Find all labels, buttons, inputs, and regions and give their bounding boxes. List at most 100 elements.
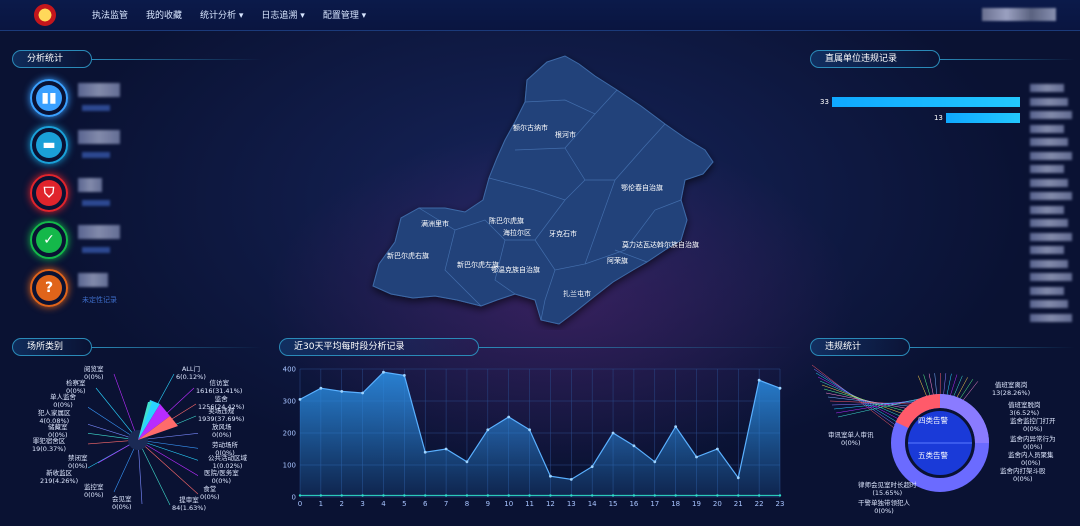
hourly-point-2 <box>611 494 615 497</box>
hourly-area-fill <box>300 372 780 497</box>
analysis-stat-label: 未定性记录 <box>82 296 117 304</box>
unit-name-blurred <box>1030 151 1072 160</box>
document-icon: ▬ <box>36 132 62 158</box>
nav-item-enforcement[interactable]: 执法监管 <box>92 8 128 21</box>
violation-label-item: 监舍内异常行为 0(0%) <box>1010 435 1056 451</box>
hourly-point-2 <box>403 494 406 497</box>
hourly-xtick-label: 18 <box>671 500 680 508</box>
map-label-region[interactable]: 陈巴尔虎旗 <box>489 216 524 226</box>
unit-name-blurred <box>1030 178 1068 187</box>
violation-leader-line <box>825 392 907 409</box>
map-label-region[interactable]: 阿荣旗 <box>607 256 628 266</box>
violation-leader-line <box>946 373 952 396</box>
unit-name-blurred <box>1030 300 1068 308</box>
hourly-point-2 <box>737 494 740 497</box>
hourly-chart-line <box>479 347 794 348</box>
hourly-point <box>674 425 678 428</box>
violation-label-value: (15.65%) <box>872 488 903 497</box>
violation-leader-line <box>923 374 931 397</box>
analysis-stat-label-blurred <box>82 200 110 206</box>
hourly-xtick-label: 19 <box>692 500 701 508</box>
map-label-region[interactable]: 鄂温克族自治旗 <box>491 265 540 275</box>
hourly-point <box>465 460 469 464</box>
hourly-point-2 <box>298 494 302 497</box>
venue-label-item: 罪犯宿舍区 19(0.37%) <box>32 437 66 453</box>
hourly-point-2 <box>486 494 490 497</box>
hourly-xtick-label: 17 <box>650 500 659 508</box>
hourly-xtick-label: 6 <box>423 500 428 508</box>
venue-label-item: 放风场 0(0%) <box>212 423 232 439</box>
hourly-xtick-label: 12 <box>546 500 555 508</box>
map-label-region[interactable]: 根河市 <box>555 130 576 140</box>
hourly-point <box>298 398 302 401</box>
venue-label-item: 监控室 0(0%) <box>84 483 104 499</box>
nav-item-log-trace[interactable]: 日志追溯 ▾ <box>261 8 304 21</box>
venue-label-value: 0(0%) <box>48 430 68 439</box>
analysis-stat-3[interactable]: ✓ <box>30 221 68 259</box>
unit-name-blurred <box>1030 84 1064 92</box>
violation-leader-line <box>815 372 897 423</box>
analysis-stat-value-blurred <box>78 130 120 144</box>
venue-leader-line <box>137 439 198 495</box>
hourly-xtick-label: 5 <box>402 500 406 508</box>
hourly-xtick-label: 16 <box>629 500 638 508</box>
unit-violations-line <box>940 59 1075 60</box>
hourly-xtick-label: 22 <box>755 500 764 508</box>
venue-label-value: 4(0.08%) <box>39 416 70 425</box>
venue-label-item: 会见室 0(0%) <box>112 495 132 511</box>
map-label-region[interactable]: 鄂伦春自治旗 <box>621 183 663 193</box>
venue-rose-chart <box>88 373 198 506</box>
violation-label-item: 监舍内人员聚集 0(0%) <box>1008 451 1054 467</box>
analysis-stat-4[interactable]: ? <box>30 269 68 307</box>
hourly-point-2 <box>424 494 427 497</box>
hourly-xtick-label: 7 <box>444 500 448 508</box>
user-info-blurred[interactable] <box>982 8 1056 21</box>
violation-label-item: 监舍内打架斗殴 0(0%) <box>1000 467 1046 483</box>
hourly-point <box>549 474 552 478</box>
hourly-point <box>402 374 406 377</box>
nav-item-statistics[interactable]: 统计分析 ▾ <box>200 8 243 21</box>
map-label-region[interactable]: 新巴尔虎右旗 <box>387 251 429 261</box>
venue-label-value: 219(4.26%) <box>40 476 79 485</box>
analysis-stat-label-blurred <box>82 152 110 158</box>
hourly-point <box>382 370 385 374</box>
hourly-xtick-label: 23 <box>776 500 785 508</box>
analysis-stat-0[interactable]: ▮▮ <box>30 79 68 117</box>
violation-label-item: 律师会见室时长超时 (15.65%) <box>858 481 917 497</box>
analysis-stat-1[interactable]: ▬ <box>30 126 68 164</box>
violation-label-value: 0(0%) <box>1022 424 1043 433</box>
hourly-point <box>757 378 761 382</box>
hourly-point-2 <box>778 494 782 497</box>
map-label-region[interactable]: 额尔古纳市 <box>513 123 548 133</box>
bar-chart-icon: ▮▮ <box>36 85 62 111</box>
hourly-xtick-label: 11 <box>525 500 534 508</box>
hourly-point <box>486 428 490 432</box>
venue-label-item: 检察室 0(0%) <box>66 379 86 395</box>
unit-name-blurred <box>1030 97 1068 106</box>
hourly-point <box>507 415 511 419</box>
nav-item-favorites[interactable]: 我的收藏 <box>146 8 182 21</box>
donut-center-top-label: 四类告警 <box>918 416 948 425</box>
map-label-region[interactable]: 牙克石市 <box>549 229 577 239</box>
analysis-stat-value-blurred <box>78 273 108 287</box>
unit-name-blurred <box>1030 205 1064 214</box>
hourly-point <box>569 478 573 481</box>
unit-name-blurred <box>1030 273 1072 281</box>
hourly-point <box>528 428 531 432</box>
unit-name-blurred <box>1030 138 1068 146</box>
unit-violation-bar[interactable] <box>945 113 1020 123</box>
check-icon: ✓ <box>36 227 62 253</box>
violation-leader-line <box>811 364 895 429</box>
map-label-region[interactable]: 莫力达瓦达斡尔族自治旗 <box>622 240 699 250</box>
donut-center-bottom-label: 五类告警 <box>918 451 948 460</box>
map-label-region[interactable]: 海拉尔区 <box>503 228 531 238</box>
venue-label-item: 信访室 1616(31.41%) <box>196 379 242 395</box>
nav-item-config[interactable]: 配置管理 ▾ <box>323 8 366 21</box>
map-label-region[interactable]: 扎兰屯市 <box>563 289 591 299</box>
hourly-ytick-label: 0 <box>292 494 296 502</box>
hourly-point-2 <box>590 494 594 497</box>
hourly-point-2 <box>632 494 636 497</box>
map-label-region[interactable]: 满洲里市 <box>421 219 449 229</box>
analysis-stat-2[interactable]: ⛉ <box>30 174 68 212</box>
unit-violation-bar[interactable] <box>832 97 1020 107</box>
